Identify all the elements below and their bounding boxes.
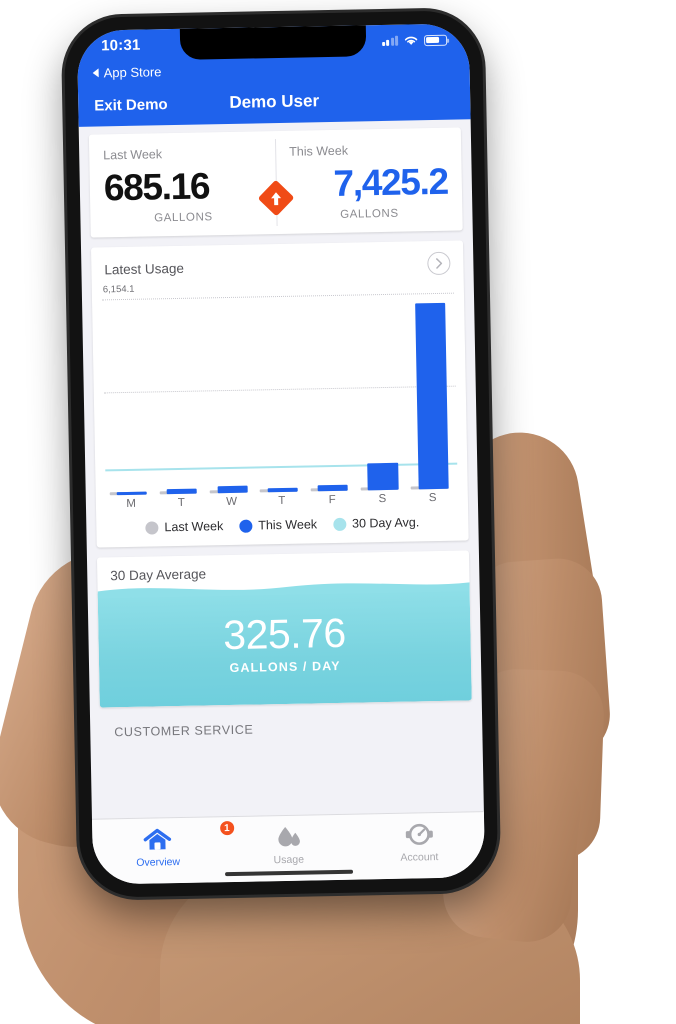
thirty-day-average-value: 325.76 xyxy=(222,609,347,659)
x-axis-tick-label: T xyxy=(177,496,185,509)
phone-device: 10:31 App Store Exit Demo Demo User Last… xyxy=(63,10,499,898)
tab-usage[interactable]: Usage xyxy=(223,822,354,868)
x-axis-tick-label: T xyxy=(278,494,286,508)
back-link-label: App Store xyxy=(103,64,162,81)
this-week-label: This Week xyxy=(289,143,349,159)
legend-item: This Week xyxy=(239,517,317,532)
bar-this-week xyxy=(116,491,147,496)
chart-bar-group xyxy=(253,284,307,493)
phone-screen: 10:31 App Store Exit Demo Demo User Last… xyxy=(76,23,486,885)
usage-chart: 6,154.1 xyxy=(101,281,458,496)
legend-swatch xyxy=(332,517,347,531)
water-drop-icon xyxy=(223,822,354,853)
last-week-label: Last Week xyxy=(103,147,163,163)
screenshot-stage: 10:31 App Store Exit Demo Demo User Last… xyxy=(0,0,676,1024)
bar-this-week xyxy=(267,487,298,493)
legend-swatch xyxy=(145,520,159,535)
this-week-value: 7,425.2 xyxy=(333,160,449,204)
tab-label: Usage xyxy=(273,853,305,867)
exit-demo-button[interactable]: Exit Demo xyxy=(94,96,168,114)
chevron-right-circle-icon[interactable] xyxy=(427,251,451,276)
chart-bar-group xyxy=(403,281,457,490)
x-axis-tick-label: F xyxy=(328,493,336,507)
legend-label: Last Week xyxy=(164,519,224,535)
chart-bar-group xyxy=(102,286,156,496)
this-week-unit: GALLONS xyxy=(340,207,399,221)
home-icon: 1 xyxy=(92,819,235,855)
x-axis-tick-label: W xyxy=(226,495,238,509)
chart-bar-group xyxy=(152,285,206,495)
legend-item: 30 Day Avg. xyxy=(332,515,420,531)
tab-label: Account xyxy=(400,851,439,864)
x-axis-tick-label: M xyxy=(126,497,136,510)
chart-bar-group xyxy=(303,283,357,492)
tab-label: Overview xyxy=(136,856,181,869)
comparison-row: Last Week 685.16 GALLONS This Week 7,425… xyxy=(89,127,463,237)
chart-legend: Last Week This Week 30 Day Avg. xyxy=(96,503,469,547)
bar-this-week xyxy=(217,485,248,494)
gauge-icon xyxy=(353,819,484,850)
notch xyxy=(179,25,367,60)
cellular-signal-icon xyxy=(381,35,399,46)
weekly-comparison-card: Last Week 685.16 GALLONS This Week 7,425… xyxy=(88,127,463,238)
legend-swatch xyxy=(239,519,253,533)
bar-this-week xyxy=(367,462,399,491)
bar-this-week xyxy=(414,302,449,490)
latest-usage-title: Latest Usage xyxy=(104,260,185,278)
x-axis-tick-label: S xyxy=(378,492,387,506)
legend-label: This Week xyxy=(258,517,318,533)
water-fill: 325.76 GALLONS / DAY xyxy=(97,582,472,708)
chart-bar-group xyxy=(353,282,407,491)
last-week-block: Last Week 685.16 GALLONS xyxy=(89,141,277,226)
legend-label: 30 Day Avg. xyxy=(351,515,420,531)
latest-usage-card: Latest Usage 6,154.1 M T W T F S S Last Week Th… xyxy=(91,240,469,548)
status-indicators xyxy=(381,31,448,47)
navigation-bar: Exit Demo Demo User xyxy=(78,77,471,127)
status-time: 10:31 xyxy=(100,36,141,55)
tab-account[interactable]: Account xyxy=(353,819,484,865)
customer-service-section-header: CUSTOMER SERVICE xyxy=(114,722,254,740)
x-axis-tick-label: S xyxy=(428,492,437,505)
chart-bars xyxy=(102,281,458,496)
legend-item: Last Week xyxy=(145,519,223,534)
wifi-icon xyxy=(404,36,418,45)
this-week-block: This Week 7,425.2 GALLONS xyxy=(275,137,463,222)
chart-bar-group xyxy=(202,285,256,494)
tab-overview[interactable]: 1 Overview xyxy=(92,819,235,870)
last-week-value: 685.16 xyxy=(103,165,210,209)
battery-icon xyxy=(423,34,448,46)
bar-this-week xyxy=(317,484,349,492)
last-week-unit: GALLONS xyxy=(154,211,213,225)
main-content: Last Week 685.16 GALLONS This Week 7,425… xyxy=(79,119,483,739)
thirty-day-average-card: 30 Day Average 325.76 GALLONS / DAY xyxy=(96,550,472,708)
back-triangle-icon xyxy=(92,68,99,78)
bar-this-week xyxy=(166,489,198,495)
